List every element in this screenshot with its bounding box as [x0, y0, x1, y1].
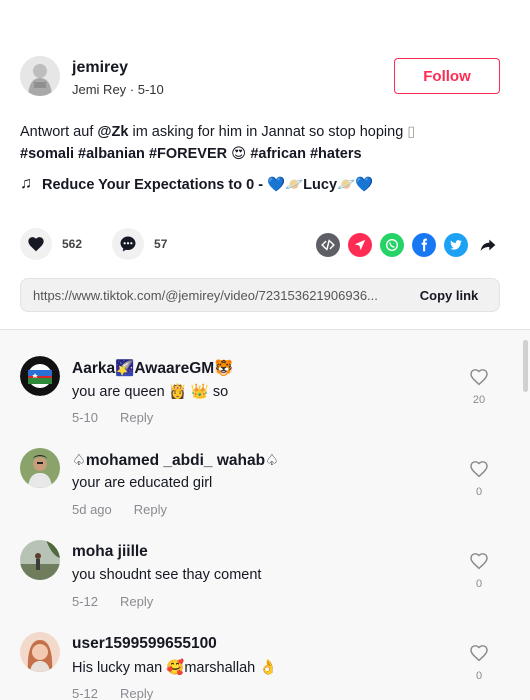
comment-scrollbar[interactable]	[523, 340, 528, 392]
copy-link-bar: https://www.tiktok.com/@jemirey/video/72…	[20, 278, 500, 312]
author-username[interactable]: jemirey	[72, 59, 128, 77]
heart-outline-icon	[470, 461, 488, 478]
hashtag-haters[interactable]: #haters	[310, 146, 362, 162]
commenter-name[interactable]: moha jiille	[72, 543, 148, 561]
comment-item: ♤mohamed _abdi_ wahab♤ your are educated…	[20, 448, 500, 540]
share-arrow-icon[interactable]	[476, 233, 500, 257]
comment-like-button[interactable]: 0	[468, 552, 490, 590]
video-description: Antwort auf @Zk im asking for him in Jan…	[20, 121, 510, 165]
description-prefix: Antwort auf	[20, 124, 98, 140]
comment-date: 5-12	[72, 686, 99, 700]
comment-like-count: 0	[475, 578, 483, 590]
reply-button[interactable]: Reply	[120, 594, 153, 609]
comment-text: your are educated girl	[72, 475, 213, 491]
mention-link[interactable]: @Zk	[97, 124, 128, 140]
comment-item: moha jiille you shoudnt see thay coment …	[20, 540, 500, 632]
comment-item: Aarka🌠AwaareGM🐯 you are queen 👸 👑 so 5-1…	[20, 356, 500, 448]
reply-button[interactable]: Reply	[134, 502, 167, 517]
comment-meta: 5-12 Reply	[72, 594, 153, 609]
comment-meta: 5d ago Reply	[72, 502, 167, 517]
heart-eyes-emoji: 😍	[231, 146, 247, 162]
comment-text: you are queen 👸 👑 so	[72, 384, 229, 400]
author-avatar[interactable]	[20, 56, 60, 96]
comment-like-button[interactable]: 0	[468, 644, 490, 682]
author-nickname-date: Jemi Rey · 5-10	[72, 82, 164, 97]
music-link[interactable]: ♫ Reduce Your Expectations to 0 - 💙🪐Lucy…	[20, 175, 510, 193]
commenter-avatar[interactable]	[20, 448, 60, 488]
comment-like-count: 0	[475, 486, 483, 498]
comment-like-button[interactable]: 20	[468, 368, 490, 406]
comment-button[interactable]	[112, 228, 145, 260]
comment-like-button[interactable]: 0	[468, 460, 490, 498]
video-url[interactable]: https://www.tiktok.com/@jemirey/video/72…	[21, 288, 399, 303]
comment-date: 5d ago	[72, 502, 112, 517]
follow-button[interactable]: Follow	[394, 58, 500, 94]
twitter-icon[interactable]	[444, 233, 468, 257]
missing-glyph-icon: ▯	[407, 124, 416, 140]
comment-count: 57	[154, 237, 168, 251]
comment-text: His lucky man 🥰marshallah 👌	[72, 660, 278, 676]
music-title: Reduce Your Expectations to 0 - 💙🪐Lucy🪐💙	[42, 176, 374, 193]
commenter-name[interactable]: user1599599655100	[72, 635, 217, 653]
comment-list[interactable]: Aarka🌠AwaareGM🐯 you are queen 👸 👑 so 5-1…	[0, 330, 530, 700]
video-detail-panel: jemirey Jemi Rey · 5-10 Follow Antwort a…	[0, 0, 530, 330]
hashtag-african[interactable]: #african	[250, 146, 306, 162]
commenter-name[interactable]: ♤mohamed _abdi_ wahab♤	[72, 451, 279, 470]
share-icons	[316, 233, 500, 257]
like-count: 562	[62, 237, 83, 251]
commenter-avatar[interactable]	[20, 632, 60, 672]
description-text: im asking for him in Jannat so stop hopi…	[128, 124, 408, 140]
action-bar: 562 57	[20, 228, 197, 260]
comment-item: user1599599655100 His lucky man 🥰marshal…	[20, 632, 500, 700]
like-button[interactable]	[20, 228, 52, 260]
commenter-avatar[interactable]	[20, 356, 60, 396]
hashtag-forever[interactable]: #FOREVER	[149, 146, 227, 162]
heart-outline-icon	[470, 369, 488, 386]
comment-date: 5-12	[72, 594, 99, 609]
embed-icon[interactable]	[316, 233, 340, 257]
reply-button[interactable]: Reply	[120, 686, 153, 700]
heart-outline-icon	[470, 645, 488, 662]
whatsapp-icon[interactable]	[380, 233, 404, 257]
comment-text: you shoudnt see thay coment	[72, 567, 262, 583]
reply-button[interactable]: Reply	[120, 410, 153, 425]
hashtag-albanian[interactable]: #albanian	[78, 146, 145, 162]
comment-like-count: 0	[475, 670, 483, 682]
comment-date: 5-10	[72, 410, 99, 425]
heart-outline-icon	[470, 553, 488, 570]
copy-link-button[interactable]: Copy link	[399, 278, 499, 312]
comment-bubble-icon	[120, 236, 136, 252]
heart-icon	[28, 237, 44, 252]
commenter-avatar[interactable]	[20, 540, 60, 580]
comment-meta: 5-12 Reply	[72, 686, 153, 700]
facebook-icon[interactable]	[412, 233, 436, 257]
commenter-name[interactable]: Aarka🌠AwaareGM🐯	[72, 359, 234, 378]
send-icon[interactable]	[348, 233, 372, 257]
hashtag-somali[interactable]: #somali	[20, 146, 74, 162]
music-note-icon: ♫	[20, 175, 32, 192]
comment-like-count: 20	[472, 394, 486, 406]
comment-meta: 5-10 Reply	[72, 410, 153, 425]
